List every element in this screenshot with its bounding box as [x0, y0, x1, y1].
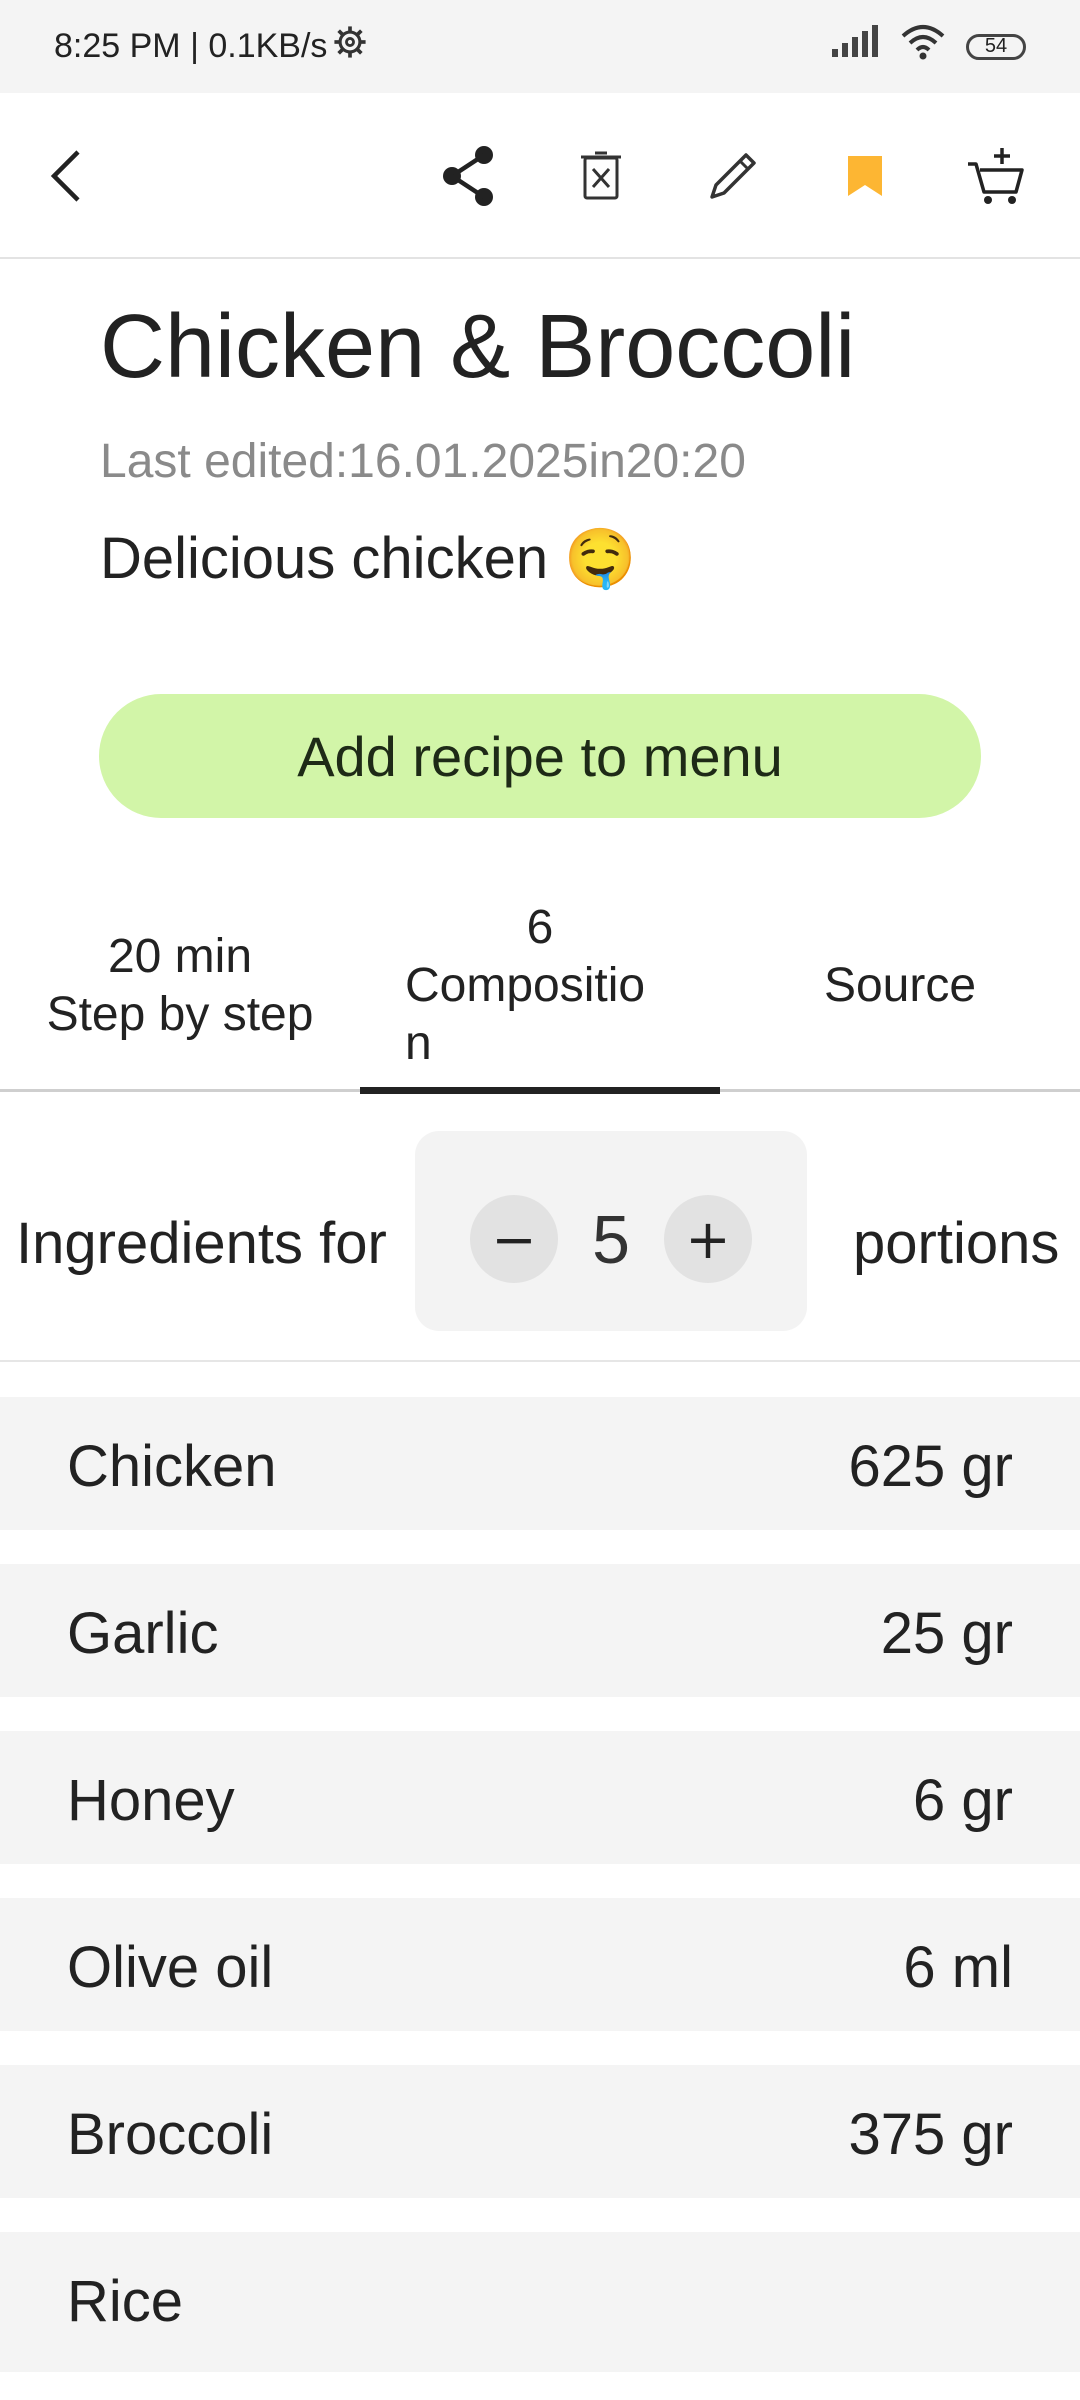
- status-left: 8:25 PM | 0.1KB/s: [54, 25, 367, 68]
- status-time-speed: 8:25 PM | 0.1KB/s: [54, 27, 328, 65]
- ingredient-quantity: 6 gr: [913, 1768, 1013, 1833]
- ingredient-row[interactable]: Rice: [0, 2232, 1080, 2372]
- status-bar: 8:25 PM | 0.1KB/s 54: [0, 0, 1080, 93]
- recipe-description: Delicious chicken 🤤: [100, 526, 637, 591]
- ingredient-row[interactable]: Chicken 625 gr: [0, 1397, 1080, 1530]
- ingredient-row[interactable]: Olive oil 6 ml: [0, 1898, 1080, 2031]
- ingredient-name: Broccoli: [67, 2102, 274, 2167]
- ingredient-quantity: 625 gr: [848, 1434, 1013, 1499]
- recipe-title: Chicken & Broccoli: [100, 297, 856, 397]
- back-icon: [50, 150, 80, 202]
- ingredient-name: Garlic: [67, 1601, 219, 1666]
- add-to-cart-icon: [968, 148, 1024, 204]
- ingredient-row[interactable]: Honey 6 gr: [0, 1731, 1080, 1864]
- edit-button[interactable]: [690, 133, 776, 219]
- ingredients-for-label: Ingredients for: [16, 1211, 387, 1276]
- signal-icon: [830, 25, 880, 68]
- tab-step-by-step-label: Step by step: [46, 988, 314, 1041]
- ingredient-name: Rice: [67, 2269, 184, 2334]
- bookmark-button[interactable]: [822, 133, 908, 219]
- share-button[interactable]: [426, 133, 512, 219]
- tab-bar: 20 min Step by step 6 Compositio n Sourc…: [0, 880, 1080, 1092]
- decrease-portions-button[interactable]: −: [470, 1195, 558, 1283]
- last-edited-text: Last edited:16.01.2025in20:20: [100, 435, 746, 488]
- status-right: 54: [830, 24, 1026, 69]
- ingredient-name: Chicken: [67, 1434, 277, 1499]
- edit-icon: [710, 153, 756, 199]
- portions-stepper: − 5 +: [415, 1131, 807, 1331]
- tab-step-by-step-time: 20 min: [107, 930, 253, 983]
- tab-step-by-step[interactable]: 20 min Step by step: [0, 880, 360, 1092]
- portions-label: portions: [853, 1211, 1060, 1276]
- battery-icon: 54: [966, 33, 1026, 60]
- add-recipe-to-menu-button[interactable]: Add recipe to menu: [99, 694, 981, 818]
- portions-value: 5: [592, 1202, 630, 1278]
- ingredient-quantity: 6 ml: [903, 1935, 1013, 2000]
- active-tab-indicator: [360, 1087, 720, 1094]
- toolbar: [0, 93, 1080, 259]
- ingredient-quantity: 375 gr: [848, 2102, 1013, 2167]
- tab-composition[interactable]: 6 Compositio n: [360, 880, 720, 1092]
- ingredient-quantity: 25 gr: [880, 1601, 1013, 1666]
- delete-icon: [581, 151, 621, 200]
- tab-composition-count: 6: [526, 901, 554, 954]
- bookmark-icon: [848, 156, 882, 196]
- increase-portions-button[interactable]: +: [664, 1195, 752, 1283]
- back-button[interactable]: [24, 133, 110, 219]
- delete-button[interactable]: [558, 133, 644, 219]
- share-icon: [443, 146, 493, 206]
- tab-composition-label: Compositio n: [405, 959, 646, 1070]
- ingredient-name: Olive oil: [67, 1935, 274, 2000]
- portions-row: Ingredients for − 5 + portions: [0, 1120, 1080, 1362]
- ingredient-name: Honey: [67, 1768, 235, 1833]
- tab-source-label: Source: [823, 959, 977, 1012]
- tab-source[interactable]: Source: [720, 880, 1080, 1092]
- ingredient-row[interactable]: Garlic 25 gr: [0, 1564, 1080, 1697]
- settings-gear-icon: [333, 25, 367, 68]
- ingredient-row[interactable]: Broccoli 375 gr: [0, 2065, 1080, 2198]
- add-to-cart-button[interactable]: [952, 133, 1038, 219]
- wifi-icon: [900, 24, 946, 69]
